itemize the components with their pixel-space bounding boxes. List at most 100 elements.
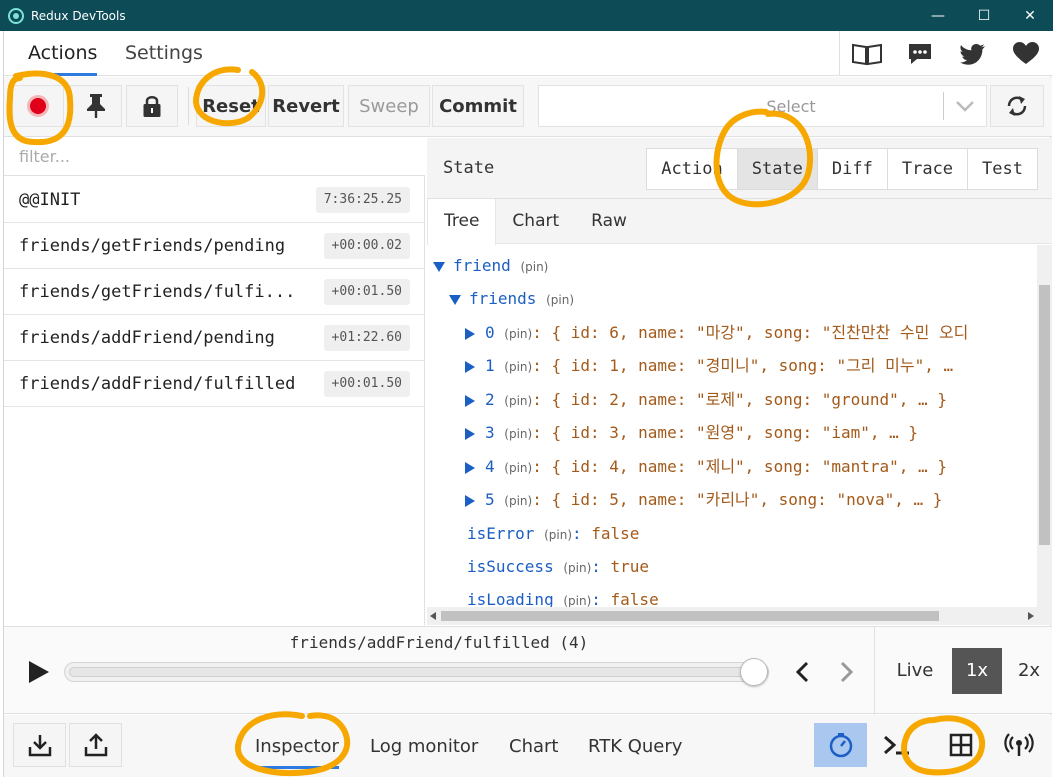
tab-actions[interactable]: Actions: [16, 31, 109, 76]
tree-node-is-error[interactable]: isError (pin): false: [467, 519, 639, 549]
play-button[interactable]: [28, 660, 50, 684]
tree-key: 5: [485, 490, 495, 509]
minimize-button[interactable]: —: [915, 0, 961, 31]
tree-node-friend-item[interactable]: 0 (pin): { id: 6, name: "마강", song: "진찬만…: [465, 318, 968, 348]
export-button[interactable]: [69, 723, 122, 767]
feedback-button[interactable]: [893, 31, 946, 76]
action-time: +01:22.60: [323, 325, 410, 351]
tree-value: false: [610, 590, 659, 607]
tree-node-is-loading[interactable]: isLoading (pin): false: [467, 585, 659, 607]
tree-node-friend-item[interactable]: 4 (pin): { id: 4, name: "제니", song: "man…: [465, 452, 947, 482]
revert-button[interactable]: Revert: [268, 85, 344, 127]
pin-toggle[interactable]: (pin): [504, 494, 532, 508]
tab-settings[interactable]: Settings: [113, 31, 215, 76]
action-item-addfriend-fulfilled[interactable]: friends/addFriend/fulfilled +00:01.50: [4, 361, 425, 407]
sponsor-button[interactable]: [999, 31, 1052, 76]
tree-key: isSuccess: [467, 557, 554, 576]
slider-handle[interactable]: [740, 658, 768, 686]
tree-node-friends[interactable]: friends (pin): [449, 284, 574, 314]
docs-button[interactable]: [840, 31, 893, 76]
pin-toggle[interactable]: (pin): [504, 427, 532, 441]
tab-tree[interactable]: Tree: [427, 199, 497, 245]
tree-horizontal-scrollbar[interactable]: [427, 607, 1052, 625]
tab-chart-view[interactable]: Chart: [496, 199, 575, 244]
pin-toggle[interactable]: (pin): [546, 293, 574, 307]
tree-vertical-scrollbar[interactable]: [1037, 245, 1052, 607]
persist-button[interactable]: [70, 85, 122, 127]
speed-1x-button[interactable]: 1x: [952, 648, 1002, 694]
scroll-left-icon[interactable]: [430, 612, 436, 620]
collapsed-arrow-icon: [465, 427, 475, 440]
playback-speed-group: Live 1x 2x: [874, 627, 1053, 715]
tab-state[interactable]: State: [737, 149, 818, 189]
tree-node-friend-item[interactable]: 3 (pin): { id: 3, name: "원영", song: "iam…: [465, 418, 918, 448]
record-button[interactable]: [12, 85, 64, 127]
chevron-left-icon: [795, 661, 809, 683]
tree-node-friend-item[interactable]: 1 (pin): { id: 1, name: "경미니", song: "그리…: [465, 351, 953, 381]
filter-input[interactable]: [4, 138, 425, 176]
scrollbar-thumb[interactable]: [1039, 285, 1050, 545]
tab-trace[interactable]: Trace: [888, 149, 969, 189]
tree-node-is-success[interactable]: isSuccess (pin): true: [467, 552, 649, 582]
dispatcher-toggle[interactable]: [814, 723, 867, 767]
terminal-toggle[interactable]: [870, 723, 923, 767]
pin-toggle[interactable]: (pin): [504, 360, 532, 374]
action-item-getfriends-fulfilled[interactable]: friends/getFriends/fulfi... +00:01.50: [4, 269, 425, 315]
slider-action-name: friends/addFriend/fulfilled: [289, 633, 550, 652]
pin-toggle[interactable]: (pin): [504, 394, 532, 408]
pin-toggle[interactable]: (pin): [520, 260, 548, 274]
pin-toggle[interactable]: (pin): [504, 327, 532, 341]
action-item-init[interactable]: @@INIT 7:36:25.25: [4, 177, 425, 223]
close-window-button[interactable]: ✕: [1007, 0, 1053, 31]
slider-current-action: friends/addFriend/fulfilled (4): [4, 633, 874, 652]
action-time: +00:01.50: [323, 279, 410, 305]
sweep-button[interactable]: Sweep: [348, 85, 430, 127]
pin-toggle[interactable]: (pin): [504, 461, 532, 475]
pin-toggle[interactable]: (pin): [563, 561, 591, 575]
slider-track[interactable]: [64, 658, 769, 686]
tree-value-summary: : { id: 5, name: "카리나", song: "nova", … …: [532, 490, 943, 509]
collapsed-arrow-icon: [465, 461, 475, 474]
tree-node-friend-item[interactable]: 2 (pin): { id: 2, name: "로제", song: "gro…: [465, 385, 947, 415]
layout-toggle[interactable]: [934, 723, 987, 767]
tab-diff[interactable]: Diff: [818, 149, 888, 189]
scrollbar-thumb[interactable]: [441, 611, 939, 621]
tab-log-monitor[interactable]: Log monitor: [358, 725, 490, 769]
record-icon: [27, 95, 49, 117]
tab-raw[interactable]: Raw: [575, 199, 643, 244]
tab-inspector[interactable]: Inspector: [243, 725, 351, 769]
commit-button[interactable]: Commit: [432, 85, 524, 127]
upload-icon: [84, 733, 107, 757]
reset-button[interactable]: Reset: [196, 85, 266, 127]
action-name: @@INIT: [19, 189, 81, 210]
chat-icon: [908, 43, 931, 64]
tree-key: 1: [485, 356, 495, 375]
remote-connection-toggle[interactable]: [992, 723, 1045, 767]
next-action-button[interactable]: [832, 657, 862, 687]
instance-select[interactable]: Select: [538, 85, 987, 127]
action-item-addfriend-pending[interactable]: friends/addFriend/pending +01:22.60: [4, 315, 425, 361]
speed-live-button[interactable]: Live: [881, 648, 949, 694]
tab-test[interactable]: Test: [968, 149, 1037, 189]
tab-rtk-query[interactable]: RTK Query: [576, 725, 694, 769]
tab-action[interactable]: Action: [647, 149, 738, 189]
action-item-getfriends-pending[interactable]: friends/getFriends/pending +00:00.02: [4, 223, 425, 269]
expanded-arrow-icon: [433, 261, 445, 272]
sync-button[interactable]: [990, 85, 1044, 127]
tab-chart[interactable]: Chart: [497, 725, 570, 769]
tree-node-friend-item[interactable]: 5 (pin): { id: 5, name: "카리나", song: "no…: [465, 485, 942, 515]
pin-toggle[interactable]: (pin): [563, 594, 591, 607]
speed-2x-button[interactable]: 2x: [1005, 648, 1053, 694]
state-view-tabs: Tree Chart Raw: [427, 199, 1052, 245]
twitter-button[interactable]: [946, 31, 999, 76]
tree-node-friend[interactable]: friend (pin): [433, 251, 548, 281]
maximize-button[interactable]: ☐: [961, 0, 1007, 31]
select-dropdown-toggle[interactable]: [944, 100, 986, 112]
previous-action-button[interactable]: [787, 657, 817, 687]
tree-value-summary: : { id: 2, name: "로제", song: "ground", ……: [532, 390, 947, 409]
pin-toggle[interactable]: (pin): [544, 528, 572, 542]
action-name: friends/addFriend/pending: [19, 327, 275, 348]
import-button[interactable]: [13, 723, 66, 767]
lock-button[interactable]: [126, 85, 178, 127]
scroll-right-icon[interactable]: [1028, 612, 1034, 620]
